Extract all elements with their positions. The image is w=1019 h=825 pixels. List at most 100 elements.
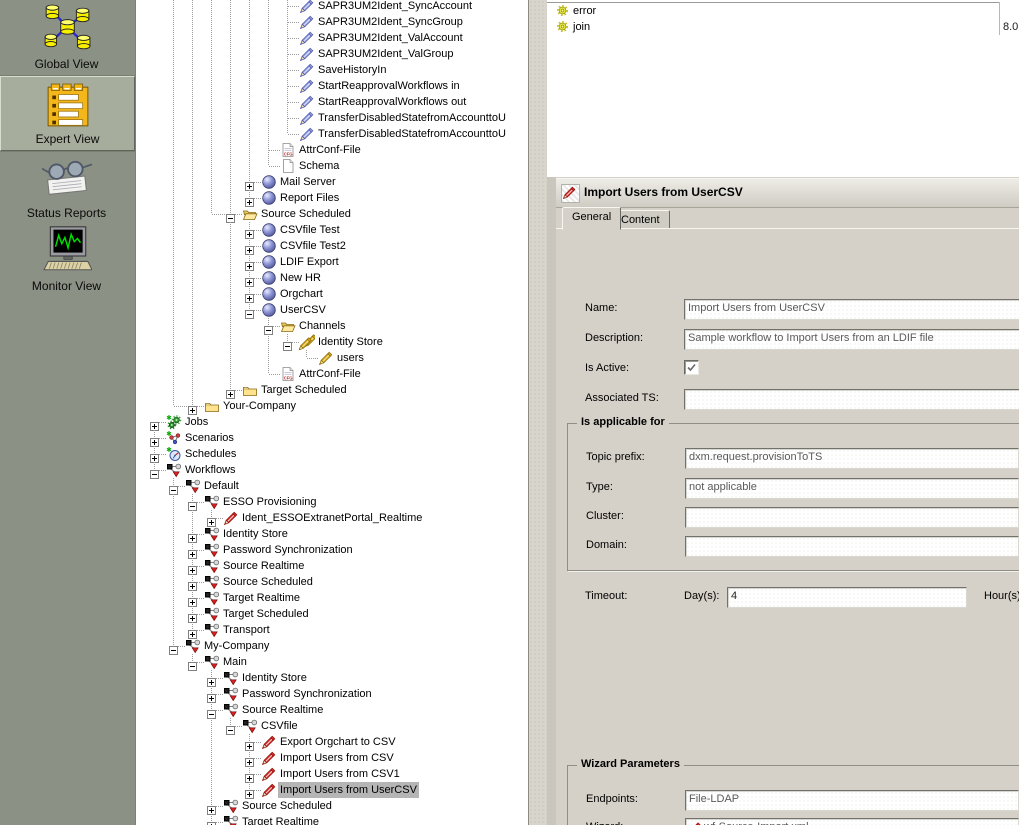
- expand-plus-toggle[interactable]: [207, 514, 216, 523]
- tree-node-workflows[interactable]: Workflows: [183, 462, 238, 478]
- tree-node-attrconf-file[interactable]: AttrConf-File: [297, 366, 363, 382]
- activity-list-item-error[interactable]: error: [547, 3, 1019, 19]
- collapse-minus-toggle[interactable]: [169, 482, 178, 491]
- collapse-minus-toggle[interactable]: [169, 642, 178, 651]
- tab-general[interactable]: General: [562, 207, 621, 230]
- expand-plus-toggle[interactable]: [188, 530, 197, 539]
- tree-node-import-users-from-csv1[interactable]: Import Users from CSV1: [278, 766, 402, 782]
- associated-ts-field[interactable]: [684, 389, 1019, 410]
- tree-node-orgchart[interactable]: Orgchart: [278, 286, 325, 302]
- expand-plus-toggle[interactable]: [188, 626, 197, 635]
- tree-node-source-scheduled[interactable]: Source Scheduled: [259, 206, 353, 222]
- collapse-minus-toggle[interactable]: [207, 706, 216, 715]
- expand-plus-toggle[interactable]: [245, 274, 254, 283]
- expand-plus-toggle[interactable]: [245, 242, 254, 251]
- expand-plus-toggle[interactable]: [226, 386, 235, 395]
- tree-node-sapr3um2ident-valaccount[interactable]: SAPR3UM2Ident_ValAccount: [316, 30, 465, 46]
- tree-node-csvfile[interactable]: CSVfile: [259, 718, 300, 734]
- expand-plus-toggle[interactable]: [150, 418, 159, 427]
- wizard-field[interactable]: wf-Source-Import.xml: [685, 818, 1019, 825]
- tree-node-default[interactable]: Default: [202, 478, 241, 494]
- expand-plus-toggle[interactable]: [150, 450, 159, 459]
- tree-node-scenarios[interactable]: Scenarios: [183, 430, 236, 446]
- tree-node-password-synchronization[interactable]: Password Synchronization: [240, 686, 374, 702]
- activity-list-item-join[interactable]: join8.0: [547, 19, 1019, 35]
- tree-node-schedules[interactable]: Schedules: [183, 446, 238, 462]
- collapse-minus-toggle[interactable]: [264, 322, 273, 331]
- expand-plus-toggle[interactable]: [245, 258, 254, 267]
- tree-node-transferdisabledstatefromaccounttou[interactable]: TransferDisabledStatefromAccounttoU: [316, 110, 508, 126]
- tree-node-my-company[interactable]: My-Company: [202, 638, 271, 654]
- tree-node-source-realtime[interactable]: Source Realtime: [221, 558, 306, 574]
- expert-view-tree[interactable]: SAPR3UM2Ident_SyncAccount SAPR3UM2Ident_…: [135, 0, 529, 825]
- tree-node-export-orgchart-to-csv[interactable]: Export Orgchart to CSV: [278, 734, 398, 750]
- tree-node-transport[interactable]: Transport: [221, 622, 272, 638]
- tree-node-source-scheduled[interactable]: Source Scheduled: [221, 574, 315, 590]
- tree-node-startreapprovalworkflows-out[interactable]: StartReapprovalWorkflows out: [316, 94, 468, 110]
- tree-node-main[interactable]: Main: [221, 654, 249, 670]
- sidebar-item-status-reports[interactable]: Status Reports: [0, 155, 133, 224]
- endpoints-field[interactable]: File-LDAP: [685, 790, 1019, 811]
- expand-plus-toggle[interactable]: [245, 786, 254, 795]
- collapse-minus-toggle[interactable]: [188, 498, 197, 507]
- collapse-minus-toggle[interactable]: [188, 658, 197, 667]
- expand-plus-toggle[interactable]: [188, 594, 197, 603]
- tree-node-report-files[interactable]: Report Files: [278, 190, 341, 206]
- expand-plus-toggle[interactable]: [245, 754, 254, 763]
- tree-node-source-scheduled[interactable]: Source Scheduled: [240, 798, 334, 814]
- tree-node-ldif-export[interactable]: LDIF Export: [278, 254, 341, 270]
- tree-node-your-company[interactable]: Your-Company: [221, 398, 298, 414]
- expand-plus-toggle[interactable]: [188, 402, 197, 411]
- tree-node-import-users-from-csv[interactable]: Import Users from CSV: [278, 750, 396, 766]
- tree-node-target-scheduled[interactable]: Target Scheduled: [259, 382, 349, 398]
- tree-node-sapr3um2ident-valgroup[interactable]: SAPR3UM2Ident_ValGroup: [316, 46, 456, 62]
- expand-plus-toggle[interactable]: [188, 610, 197, 619]
- tree-node-startreapprovalworkflows-in[interactable]: StartReapprovalWorkflows in: [316, 78, 462, 94]
- tree-node-esso-provisioning[interactable]: ESSO Provisioning: [221, 494, 319, 510]
- timeout-days-field[interactable]: 4: [727, 587, 967, 608]
- tree-node-import-users-from-usercsv[interactable]: Import Users from UserCSV: [278, 782, 419, 798]
- tree-node-ident-essoextranetportal-realtime[interactable]: Ident_ESSOExtranetPortal_Realtime: [240, 510, 424, 526]
- tree-node-target-realtime[interactable]: Target Realtime: [221, 590, 302, 606]
- name-field[interactable]: Import Users from UserCSV: [684, 299, 1019, 320]
- expand-plus-toggle[interactable]: [207, 690, 216, 699]
- tree-node-mail-server[interactable]: Mail Server: [278, 174, 338, 190]
- tree-node-identity-store[interactable]: Identity Store: [221, 526, 290, 542]
- tree-node-csvfile-test2[interactable]: CSVfile Test2: [278, 238, 348, 254]
- domain-field[interactable]: [685, 536, 1019, 557]
- tree-node-identity-store[interactable]: Identity Store: [316, 334, 385, 350]
- collapse-minus-toggle[interactable]: [150, 466, 159, 475]
- tree-node-usercsv[interactable]: UserCSV: [278, 302, 328, 318]
- expand-plus-toggle[interactable]: [150, 434, 159, 443]
- tree-node-jobs[interactable]: Jobs: [183, 414, 210, 430]
- tree-node-sapr3um2ident-syncgroup[interactable]: SAPR3UM2Ident_SyncGroup: [316, 14, 465, 30]
- tree-node-password-synchronization[interactable]: Password Synchronization: [221, 542, 355, 558]
- collapse-minus-toggle[interactable]: [226, 722, 235, 731]
- tree-node-target-scheduled[interactable]: Target Scheduled: [221, 606, 311, 622]
- expand-plus-toggle[interactable]: [188, 546, 197, 555]
- tree-node-source-realtime[interactable]: Source Realtime: [240, 702, 325, 718]
- sidebar-item-global-view[interactable]: Global View: [0, 2, 133, 75]
- description-field[interactable]: Sample workflow to Import Users from an …: [684, 329, 1019, 350]
- tree-node-transferdisabledstatefromaccounttou[interactable]: TransferDisabledStatefromAccounttoU: [316, 126, 508, 142]
- expand-plus-toggle[interactable]: [207, 674, 216, 683]
- tree-node-sapr3um2ident-syncaccount[interactable]: SAPR3UM2Ident_SyncAccount: [316, 0, 474, 14]
- cluster-field[interactable]: [685, 507, 1019, 528]
- tree-node-channels[interactable]: Channels: [297, 318, 347, 334]
- is-active-checkbox[interactable]: [684, 360, 699, 375]
- type-field[interactable]: not applicable: [685, 478, 1019, 499]
- expand-plus-toggle[interactable]: [245, 226, 254, 235]
- expand-plus-toggle[interactable]: [207, 818, 216, 825]
- tree-node-savehistoryin[interactable]: SaveHistoryIn: [316, 62, 388, 78]
- tree-node-identity-store[interactable]: Identity Store: [240, 670, 309, 686]
- collapse-minus-toggle[interactable]: [226, 210, 235, 219]
- sidebar-item-expert-view[interactable]: Expert View: [0, 76, 135, 151]
- expand-plus-toggle[interactable]: [245, 738, 254, 747]
- collapse-minus-toggle[interactable]: [245, 306, 254, 315]
- tree-node-csvfile-test[interactable]: CSVfile Test: [278, 222, 342, 238]
- expand-plus-toggle[interactable]: [245, 290, 254, 299]
- expand-plus-toggle[interactable]: [245, 194, 254, 203]
- expand-plus-toggle[interactable]: [188, 578, 197, 587]
- expand-plus-toggle[interactable]: [207, 802, 216, 811]
- collapse-minus-toggle[interactable]: [283, 338, 292, 347]
